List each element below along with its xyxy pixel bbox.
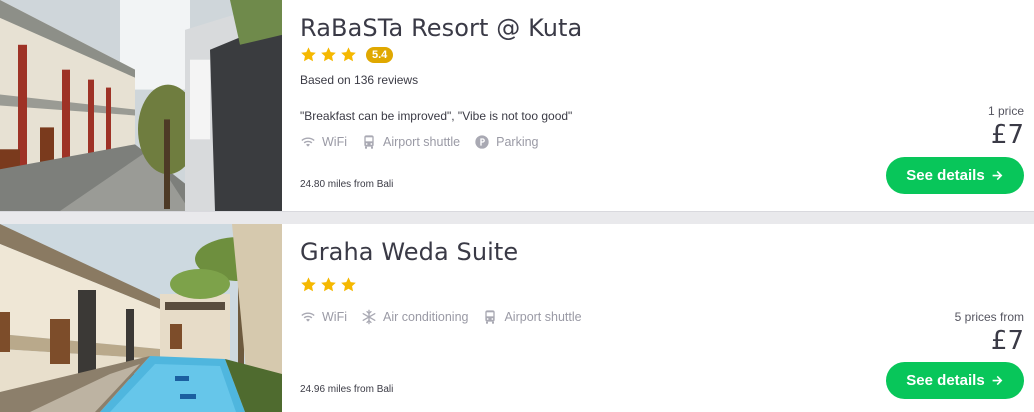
- arrow-right-icon: [991, 169, 1004, 182]
- rating-badge: 5.4: [366, 46, 394, 63]
- wifi-icon: [300, 309, 316, 325]
- amenity-parking: Parking: [474, 134, 539, 150]
- price-value: £7: [990, 326, 1024, 356]
- hotel-photo[interactable]: [0, 0, 282, 211]
- amenities-list: WiFi Air conditioning Airport shuttle: [300, 309, 582, 325]
- amenity-label: Parking: [496, 135, 539, 149]
- star-icon: [340, 276, 357, 293]
- star-icon: [320, 46, 337, 63]
- amenity-label: Airport shuttle: [504, 310, 582, 324]
- amenity-air-conditioning: Air conditioning: [361, 309, 468, 325]
- amenity-label: WiFi: [322, 310, 347, 324]
- see-details-button[interactable]: See details: [886, 157, 1024, 194]
- amenity-wifi: WiFi: [300, 134, 347, 150]
- hotel-name[interactable]: Graha Weda Suite: [300, 238, 518, 266]
- star-icon: [300, 46, 317, 63]
- distance-text: 24.96 miles from Bali: [300, 384, 394, 395]
- amenities-list: WiFi Airport shuttle Parking: [300, 134, 539, 150]
- hotel-card[interactable]: Graha Weda Suite WiFi Air conditioning A…: [0, 224, 1034, 412]
- hotel-name[interactable]: RaBaSTa Resort @ Kuta: [300, 14, 582, 42]
- see-details-button[interactable]: See details: [886, 362, 1024, 399]
- star-rating: [300, 276, 357, 293]
- amenity-label: Airport shuttle: [383, 135, 461, 149]
- review-quote: "Breakfast can be improved", "Vibe is no…: [300, 109, 573, 123]
- star-rating: 5.4: [300, 46, 394, 63]
- hotel-card[interactable]: RaBaSTa Resort @ Kuta 5.4 Based on 136 r…: [0, 0, 1034, 212]
- distance-text: 24.80 miles from Bali: [300, 179, 394, 190]
- arrow-right-icon: [991, 374, 1004, 387]
- amenity-shuttle: Airport shuttle: [361, 134, 460, 150]
- hotel-photo[interactable]: [0, 224, 282, 412]
- wifi-icon: [300, 134, 316, 150]
- price-value: £7: [990, 120, 1024, 150]
- hotel-info: Graha Weda Suite WiFi Air conditioning A…: [282, 224, 1034, 412]
- card-separator: [0, 213, 1034, 224]
- button-label: See details: [906, 167, 985, 184]
- shuttle-icon: [361, 134, 377, 150]
- snowflake-icon: [361, 309, 377, 325]
- parking-icon: [474, 134, 490, 150]
- star-icon: [340, 46, 357, 63]
- price-count: 1 price: [987, 104, 1024, 118]
- hotel-results-list: RaBaSTa Resort @ Kuta 5.4 Based on 136 r…: [0, 0, 1034, 412]
- amenity-shuttle: Airport shuttle: [482, 309, 582, 325]
- shuttle-icon: [482, 309, 498, 325]
- amenity-label: Air conditioning: [383, 310, 469, 324]
- star-icon: [320, 276, 337, 293]
- star-icon: [300, 276, 317, 293]
- button-label: See details: [906, 372, 985, 389]
- review-count: Based on 136 reviews: [300, 73, 419, 87]
- hotel-info: RaBaSTa Resort @ Kuta 5.4 Based on 136 r…: [282, 0, 1034, 211]
- amenity-wifi: WiFi: [300, 309, 347, 325]
- amenity-label: WiFi: [322, 135, 347, 149]
- price-count: 5 prices from: [954, 310, 1024, 324]
